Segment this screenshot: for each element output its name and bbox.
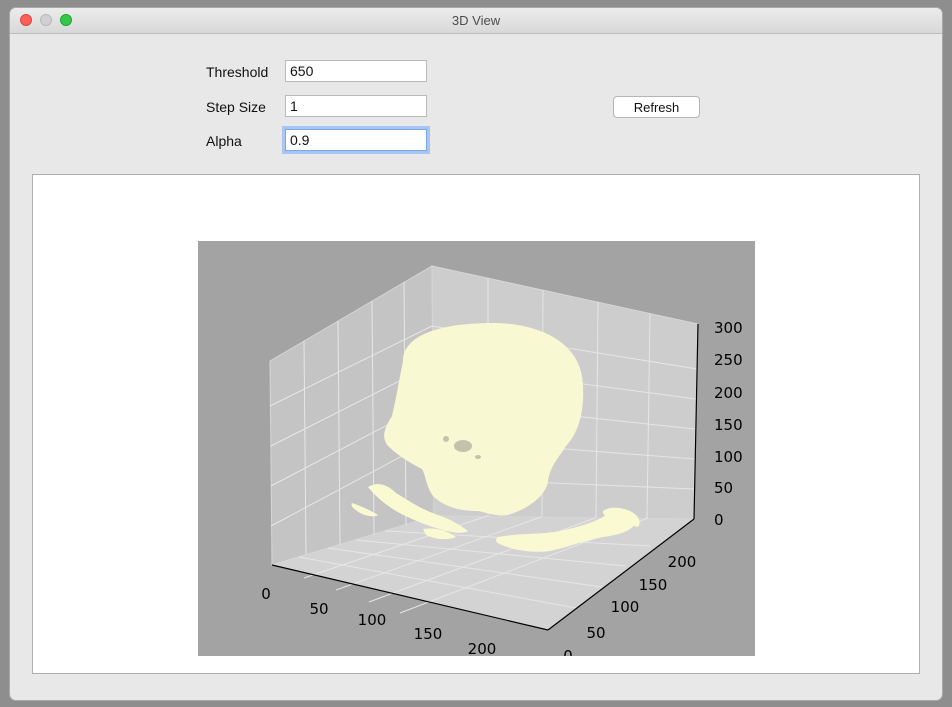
y-tick-label: 150	[639, 576, 668, 594]
z-tick-label: 300	[714, 319, 743, 337]
threshold-label: Threshold	[206, 64, 269, 80]
3d-volume-plot[interactable]: 050100150200 050100150200 05010015020025…	[198, 241, 755, 656]
step-size-input[interactable]	[285, 95, 427, 117]
x-tick-label: 150	[414, 625, 443, 643]
z-tick-label: 150	[714, 416, 743, 434]
x-tick-label: 50	[309, 600, 328, 618]
alpha-label: Alpha	[206, 133, 242, 149]
z-tick-label: 200	[714, 384, 743, 402]
y-tick-label: 50	[586, 624, 605, 642]
y-tick-label: 0	[563, 647, 573, 656]
main-window: 3D View Threshold Step Size Alpha Refres…	[10, 8, 942, 700]
step-size-label: Step Size	[206, 99, 266, 115]
refresh-button[interactable]: Refresh	[613, 96, 700, 118]
window-title: 3D View	[451, 13, 501, 28]
z-tick-label: 250	[714, 351, 743, 369]
title-bar: 3D View	[10, 8, 942, 34]
z-tick-label: 0	[714, 511, 724, 529]
z-tick-label: 50	[714, 479, 733, 497]
threshold-input[interactable]	[285, 60, 427, 82]
plot-canvas[interactable]: 0 50 100 150 200 0 50 100 150 200 0 50 100 150 200 25…	[32, 174, 920, 674]
x-tick-label: 100	[358, 611, 387, 629]
x-tick-label: 0	[261, 585, 271, 603]
y-tick-label: 100	[611, 598, 640, 616]
y-tick-label: 200	[668, 553, 697, 571]
alpha-input[interactable]	[285, 129, 427, 151]
x-tick-label: 200	[468, 640, 497, 656]
z-tick-label: 100	[714, 448, 743, 466]
